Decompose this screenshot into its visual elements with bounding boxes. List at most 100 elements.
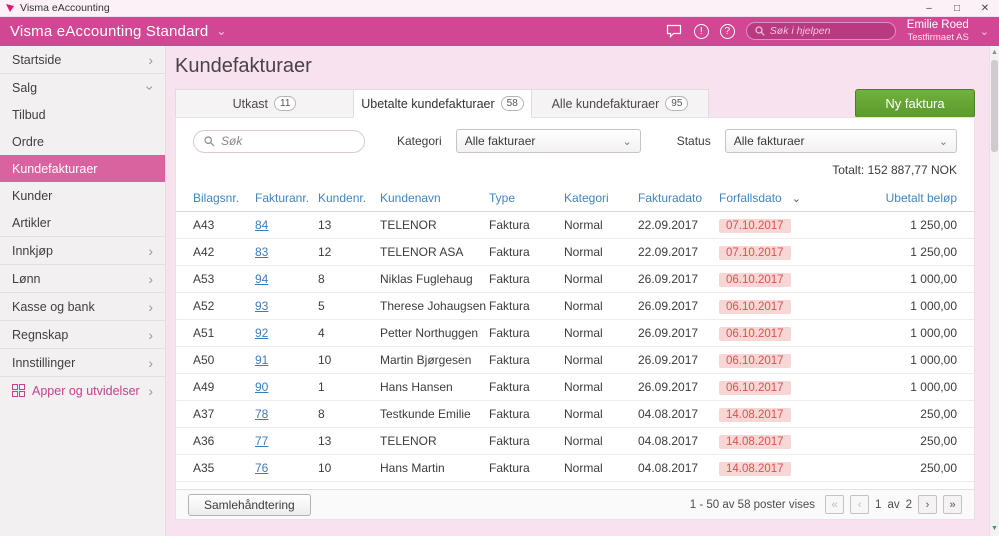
maximize-button[interactable]: □	[943, 0, 971, 16]
table-row[interactable]: A50 91 10 Martin Bjørgesen Faktura Norma…	[176, 347, 974, 374]
column-header-fakturanr[interactable]: Fakturanr.	[255, 191, 318, 205]
invoice-number-link[interactable]: 84	[255, 218, 268, 232]
notifications-icon[interactable]: !	[694, 24, 709, 39]
cell-kundenavn: Martin Bjørgesen	[380, 353, 489, 367]
sidebar-item-startside[interactable]: Startside ›	[0, 46, 165, 73]
sidebar-item-artikler[interactable]: Artikler	[0, 209, 165, 236]
close-button[interactable]: ✕	[971, 0, 999, 16]
sidebar-item-kasse-og-bank[interactable]: Kasse og bank ›	[0, 293, 165, 320]
table-row[interactable]: A43 84 13 TELENOR Faktura Normal 22.09.2…	[176, 212, 974, 239]
invoice-number-link[interactable]: 90	[255, 380, 268, 394]
cell-kundenr: 1	[318, 380, 380, 394]
cell-ubetalt-belop: 1 000,00	[819, 299, 957, 313]
cell-fakturanr: 76	[255, 461, 318, 475]
column-header-ubetalt-belop[interactable]: Ubetalt beløp	[819, 191, 957, 205]
category-dropdown[interactable]: Alle fakturaer ⌄	[456, 129, 641, 153]
cell-kundenr: 8	[318, 407, 380, 421]
table-row[interactable]: A53 94 8 Niklas Fuglehaug Faktura Normal…	[176, 266, 974, 293]
column-header-kategori[interactable]: Kategori	[564, 191, 638, 205]
cell-fakturadato: 04.08.2017	[638, 461, 719, 475]
tab-label: Ubetalte kundefakturaer	[361, 97, 494, 111]
table-row[interactable]: A51 92 4 Petter Northuggen Faktura Norma…	[176, 320, 974, 347]
tab-ubetalte-kundefakturaer[interactable]: Ubetalte kundefakturaer 58	[353, 89, 531, 118]
sidebar-item-salg[interactable]: Salg ›	[0, 74, 165, 101]
column-header-forfallsdato[interactable]: Forfallsdato⌄	[719, 191, 819, 205]
invoice-number-link[interactable]: 83	[255, 245, 268, 259]
sidebar-item-apper-og-utvidelser[interactable]: Apper og utvidelser ›	[0, 377, 165, 404]
invoice-number-link[interactable]: 93	[255, 299, 268, 313]
cell-kundenavn: TELENOR ASA	[380, 245, 489, 259]
column-header-kundenr[interactable]: Kundenr.	[318, 191, 380, 205]
table-row[interactable]: A42 83 12 TELENOR ASA Faktura Normal 22.…	[176, 239, 974, 266]
feedback-chat-icon[interactable]	[666, 23, 683, 40]
column-header-kundenavn[interactable]: Kundenavn	[380, 191, 489, 205]
cell-kategori: Normal	[564, 272, 638, 286]
invoice-number-link[interactable]: 76	[255, 461, 268, 475]
page-separator: av	[887, 499, 899, 511]
table-row[interactable]: A37 78 8 Testkunde Emilie Faktura Normal…	[176, 401, 974, 428]
column-header-type[interactable]: Type	[489, 191, 564, 205]
help-icon[interactable]: ?	[720, 24, 735, 39]
table-header: Bilagsnr. Fakturanr. Kundenr. Kundenavn …	[176, 185, 974, 212]
status-dropdown[interactable]: Alle fakturaer ⌄	[725, 129, 957, 153]
table-row[interactable]: A52 93 5 Therese Johaugsen Faktura Norma…	[176, 293, 974, 320]
sidebar-item-label: Kasse og bank	[12, 300, 95, 314]
invoice-number-link[interactable]: 77	[255, 434, 268, 448]
table-search-input[interactable]	[221, 134, 346, 148]
table-row[interactable]: A36 77 13 TELENOR Faktura Normal 04.08.2…	[176, 428, 974, 455]
cell-kategori: Normal	[564, 353, 638, 367]
sidebar-item-lonn[interactable]: Lønn ›	[0, 265, 165, 292]
cell-type: Faktura	[489, 353, 564, 367]
sidebar-item-label: Lønn	[12, 272, 41, 286]
column-header-fakturadato[interactable]: Fakturadato	[638, 191, 719, 205]
cell-kundenavn: Testkunde Emilie	[380, 407, 489, 421]
sidebar-item-innstillinger[interactable]: Innstillinger ›	[0, 349, 165, 376]
invoice-table-body: A43 84 13 TELENOR Faktura Normal 22.09.2…	[176, 212, 974, 509]
sidebar-item-kunder[interactable]: Kunder	[0, 182, 165, 209]
cell-type: Faktura	[489, 407, 564, 421]
first-page-button[interactable]: «	[825, 495, 844, 514]
sidebar-item-tilbud[interactable]: Tilbud	[0, 101, 165, 128]
category-value: Alle fakturaer	[465, 134, 536, 148]
cell-kundenavn: Therese Johaugsen	[380, 299, 489, 313]
user-menu-chevron-icon[interactable]: ⌄	[980, 25, 989, 38]
user-menu[interactable]: Emilie Roed Testfirmaet AS	[907, 19, 969, 43]
scrollbar-thumb[interactable]	[991, 60, 998, 152]
scroll-down-icon[interactable]: ▼	[990, 524, 999, 534]
minimize-button[interactable]: –	[915, 0, 943, 16]
chevron-down-icon: ⌄	[622, 135, 631, 148]
last-page-button[interactable]: »	[943, 495, 962, 514]
prev-page-button[interactable]: ‹	[850, 495, 869, 514]
invoice-number-link[interactable]: 78	[255, 407, 268, 421]
sidebar-item-kundefakturaer[interactable]: Kundefakturaer	[0, 155, 165, 182]
scroll-up-icon[interactable]: ▲	[990, 48, 999, 58]
invoice-number-link[interactable]: 91	[255, 353, 268, 367]
overdue-date-badge: 14.08.2017	[719, 435, 791, 449]
cell-kategori: Normal	[564, 461, 638, 475]
sidebar-item-innkjop[interactable]: Innkjøp ›	[0, 237, 165, 264]
tab-alle-kundefakturaer[interactable]: Alle kundefakturaer 95	[531, 89, 709, 118]
pagination-range-text: 1 - 50 av 58 poster vises	[690, 499, 815, 511]
next-page-button[interactable]: ›	[918, 495, 937, 514]
column-header-bilagsnr[interactable]: Bilagsnr.	[193, 191, 255, 205]
batch-handling-button[interactable]: Samlehåndtering	[188, 494, 311, 516]
company-name: Testfirmaet AS	[907, 33, 969, 44]
invoice-number-link[interactable]: 94	[255, 272, 268, 286]
cell-kategori: Normal	[564, 380, 638, 394]
cell-ubetalt-belop: 1 250,00	[819, 218, 957, 232]
cell-forfallsdato: 14.08.2017	[719, 461, 819, 476]
app-menu-chevron-icon[interactable]: ⌄	[216, 24, 226, 38]
cell-kundenavn: TELENOR	[380, 434, 489, 448]
help-search-input[interactable]	[770, 25, 880, 37]
new-invoice-button[interactable]: Ny faktura	[855, 89, 975, 118]
overdue-date-badge: 06.10.2017	[719, 327, 791, 341]
sidebar-item-regnskap[interactable]: Regnskap ›	[0, 321, 165, 348]
cell-kundenavn: Petter Northuggen	[380, 326, 489, 340]
table-row[interactable]: A35 76 10 Hans Martin Faktura Normal 04.…	[176, 455, 974, 482]
table-row[interactable]: A49 90 1 Hans Hansen Faktura Normal 26.0…	[176, 374, 974, 401]
cell-ubetalt-belop: 250,00	[819, 434, 957, 448]
sidebar-item-ordre[interactable]: Ordre	[0, 128, 165, 155]
tab-utkast[interactable]: Utkast 11	[175, 89, 353, 118]
tab-count-badge: 11	[274, 96, 296, 111]
invoice-number-link[interactable]: 92	[255, 326, 268, 340]
